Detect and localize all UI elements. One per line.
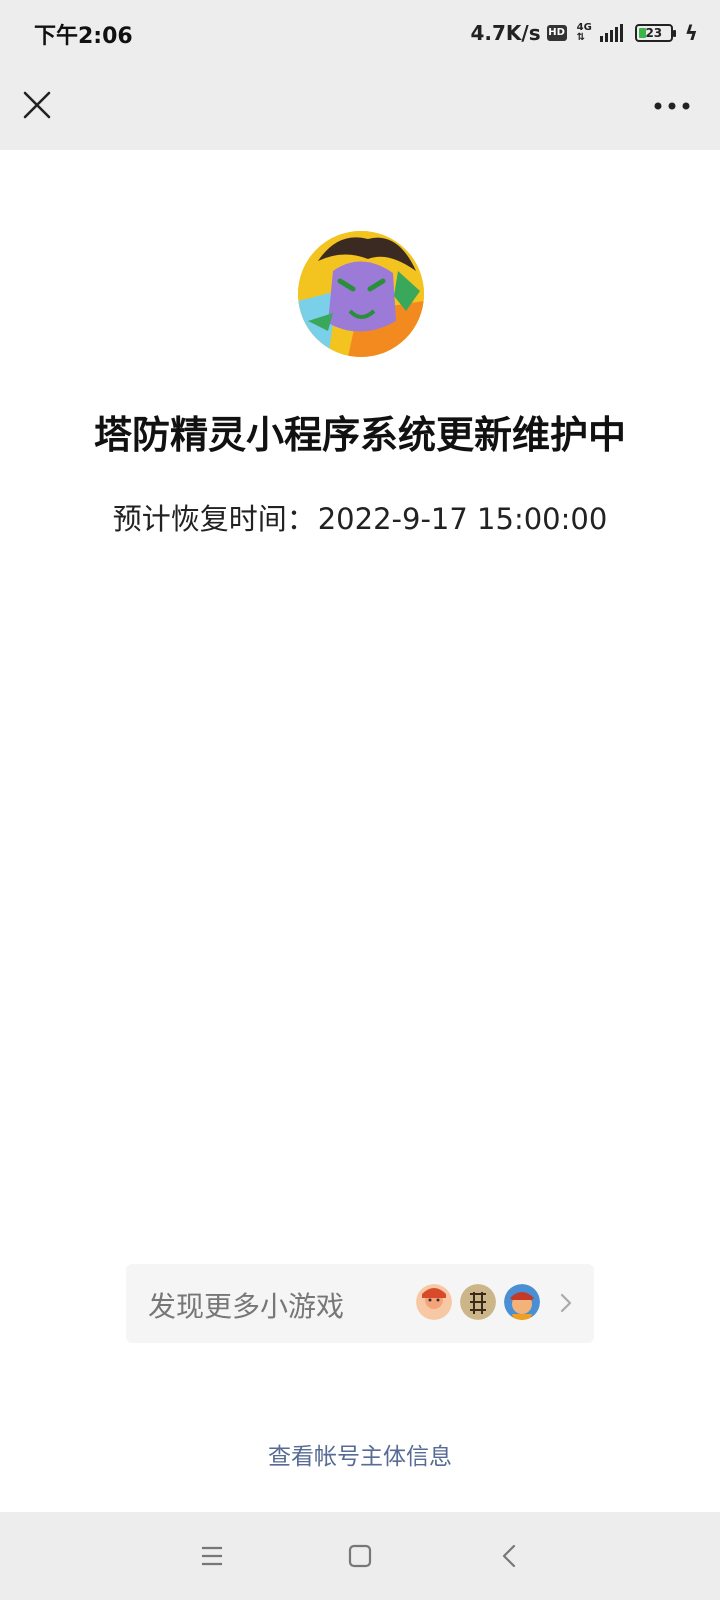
game-icons (416, 1284, 540, 1320)
discover-more-games-button[interactable]: 发现更多小游戏 (126, 1264, 594, 1343)
recovery-time-label: 预计恢复时间： (112, 502, 316, 536)
chevron-right-icon (560, 1293, 572, 1313)
recovery-time-value: 2022-9-17 15:00:00 (317, 502, 608, 536)
page-title: 塔防精灵小程序系统更新维护中 (93, 413, 626, 457)
battery-icon: 23 (634, 24, 676, 42)
discover-label: 发现更多小游戏 (148, 1290, 345, 1323)
status-indicators: 4.7K/s HD 4G ⇅ 23 ϟ (470, 18, 698, 48)
menu-button[interactable] (196, 1540, 228, 1572)
home-button[interactable] (344, 1540, 376, 1572)
game-icon-2 (460, 1284, 496, 1320)
game-icon-3 (504, 1284, 540, 1320)
more-icon (654, 102, 690, 110)
menu-icon (202, 1546, 222, 1566)
account-info-link[interactable]: 查看帐号主体信息 (0, 1437, 720, 1471)
recovery-time: 预计恢复时间：2022-9-17 15:00:00 (0, 496, 720, 538)
top-bar: 下午2:06 4.7K/s HD 4G ⇅ 23 ϟ (0, 0, 720, 150)
battery-level: 23 (645, 26, 663, 40)
status-time: 下午2:06 (34, 24, 133, 49)
signal-icon (599, 24, 623, 42)
game-icon-1 (416, 1284, 452, 1320)
charging-icon: ϟ (684, 21, 698, 45)
close-button[interactable] (20, 88, 54, 122)
close-icon (23, 91, 51, 119)
app-avatar (298, 231, 424, 357)
status-bar: 下午2:06 4.7K/s HD 4G ⇅ 23 ϟ (0, 0, 720, 64)
back-icon (502, 1544, 516, 1568)
hd-badge: HD (546, 25, 567, 41)
home-icon (348, 1544, 372, 1568)
network-type: 4G ⇅ (577, 23, 592, 43)
back-button[interactable] (494, 1540, 526, 1572)
game-character-logo (298, 231, 424, 357)
net-speed: 4.7K/s (470, 21, 541, 45)
system-nav-bar (0, 1512, 720, 1600)
more-button[interactable] (650, 94, 694, 118)
data-arrows-icon: ⇅ (576, 32, 586, 43)
